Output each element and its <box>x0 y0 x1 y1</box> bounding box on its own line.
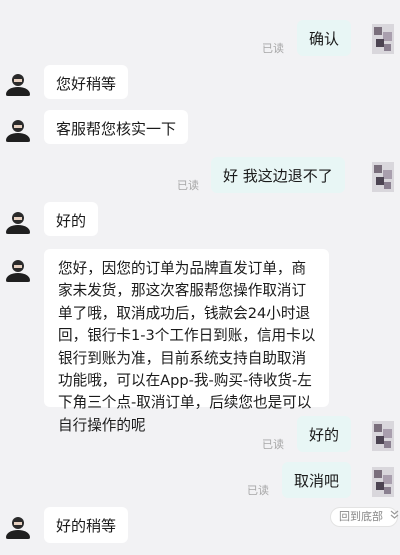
user-avatar[interactable] <box>372 162 394 192</box>
user-avatar[interactable] <box>372 24 394 54</box>
message-bubble-user[interactable]: 取消吧 <box>282 462 352 498</box>
agent-avatar[interactable] <box>4 210 32 234</box>
scroll-to-bottom-button[interactable]: 回到底部 <box>330 507 398 527</box>
message-bubble-agent[interactable]: 好的 <box>44 202 99 236</box>
message-bubble-user[interactable]: 好的 <box>297 416 352 452</box>
message-bubble-agent[interactable]: 客服帮您核实一下 <box>44 110 189 144</box>
read-status: 已读 <box>262 42 284 55</box>
message-bubble-agent[interactable]: 好的稍等 <box>44 507 129 543</box>
read-status: 已读 <box>247 484 269 497</box>
agent-avatar[interactable] <box>4 258 32 282</box>
message-bubble-agent[interactable]: 您好稍等 <box>44 65 129 99</box>
agent-avatar[interactable] <box>4 118 32 142</box>
scroll-to-bottom-label: 回到底部 <box>339 510 383 523</box>
read-status: 已读 <box>177 179 199 192</box>
agent-avatar[interactable] <box>4 72 32 96</box>
message-bubble-user[interactable]: 好 我这边退不了 <box>211 157 345 193</box>
user-avatar[interactable] <box>372 467 394 497</box>
double-chevron-down-icon <box>390 508 399 526</box>
agent-avatar[interactable] <box>4 515 32 539</box>
read-status: 已读 <box>262 438 284 451</box>
message-bubble-agent[interactable]: 您好，因您的订单为品牌直发订单，商家未发货，那这次客服帮您操作取消订单了哦，取消… <box>44 249 329 434</box>
user-avatar[interactable] <box>372 421 394 451</box>
message-bubble-user[interactable]: 确认 <box>297 20 352 56</box>
